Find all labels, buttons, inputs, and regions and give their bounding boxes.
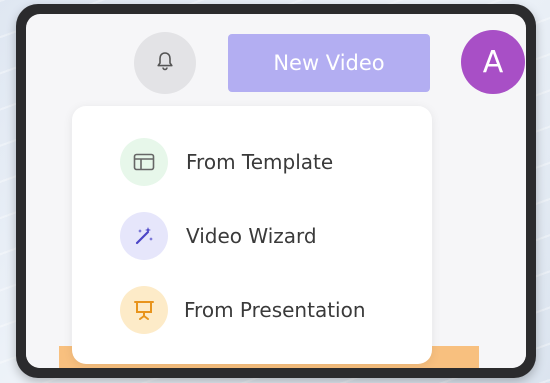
menu-item-from-template[interactable]: From Template [120,136,333,188]
new-video-dropdown-menu: From Template Video Wizard From Presenta… [72,106,432,364]
menu-item-label: From Template [186,150,334,174]
avatar-initial: A [482,44,504,80]
presentation-icon [120,286,168,334]
magic-wand-icon [120,212,168,260]
notifications-button[interactable] [134,32,196,94]
menu-item-from-presentation[interactable]: From Presentation [120,284,366,336]
new-video-label: New Video [273,51,385,75]
bell-icon [156,51,174,75]
app-screen: New Video A From Template Video Wizard F… [26,14,526,368]
template-icon [120,138,168,186]
menu-item-label: From Presentation [184,298,366,322]
menu-item-label: Video Wizard [186,224,317,248]
device-frame: New Video A From Template Video Wizard F… [16,4,536,378]
user-avatar[interactable]: A [461,30,525,94]
new-video-button[interactable]: New Video [228,34,430,92]
menu-item-video-wizard[interactable]: Video Wizard [120,210,317,262]
